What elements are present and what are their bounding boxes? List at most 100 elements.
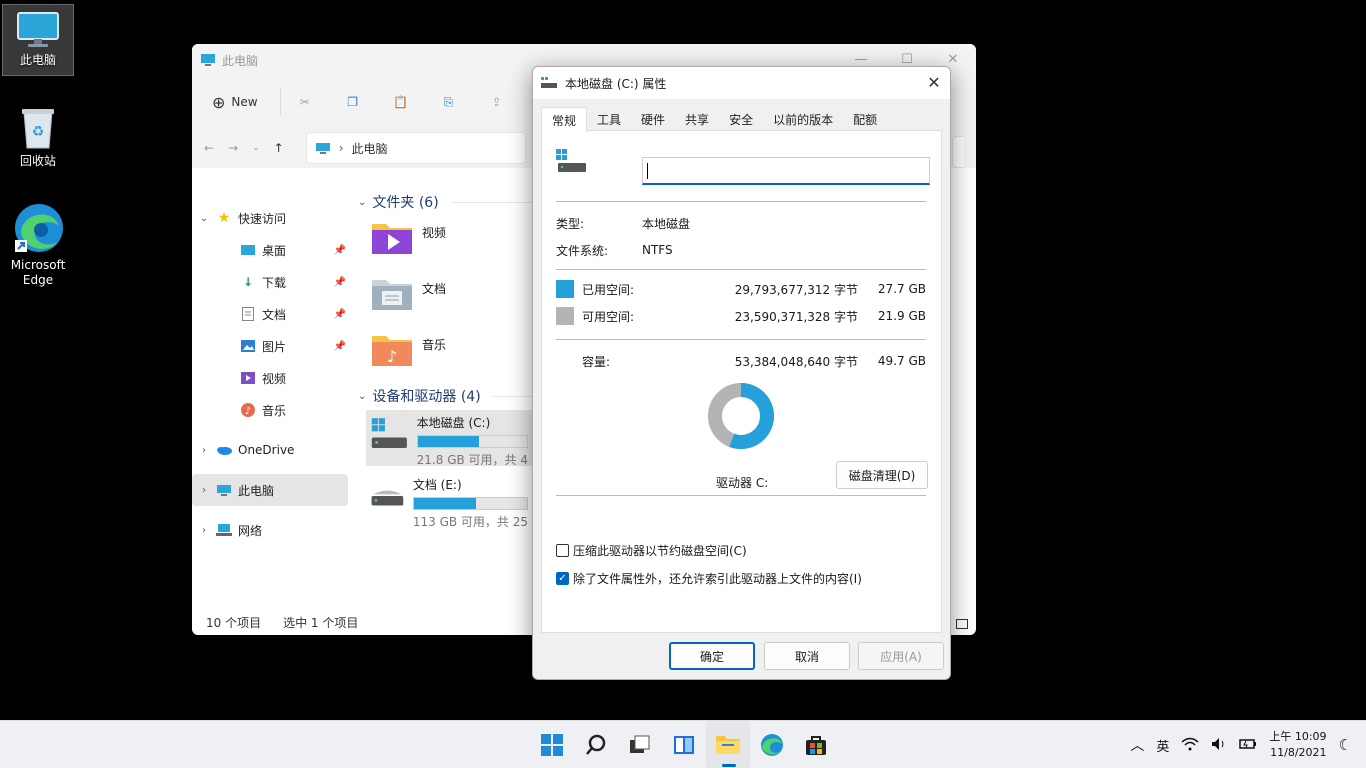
address-bar[interactable]: › 此电脑 <box>305 132 526 164</box>
free-gb: 21.9 GB <box>877 309 926 323</box>
windows-logo-icon <box>541 734 563 756</box>
nav-network[interactable]: › 网络 <box>192 514 352 546</box>
volume-icon[interactable] <box>1211 737 1227 754</box>
tab-quota[interactable]: 配额 <box>843 107 887 131</box>
desktop-icon-edge[interactable]: Microsoft Edge <box>2 196 74 288</box>
picture-icon <box>240 338 256 354</box>
tab-sharing[interactable]: 共享 <box>675 107 719 131</box>
drive-item-e[interactable]: 文档 (E:) 113 GB 可用，共 25 <box>366 472 532 529</box>
new-button-label: New <box>231 95 258 109</box>
system-drive-icon <box>556 149 586 172</box>
new-button[interactable]: ⊕ New <box>212 88 281 116</box>
desktop-icon-label: 回收站 <box>19 154 56 168</box>
compress-checkbox-row[interactable]: 压缩此驱动器以节约磁盘空间(C) <box>556 542 747 559</box>
rename-icon[interactable]: ⎘ <box>425 95 473 110</box>
forward-icon[interactable]: → <box>228 141 238 155</box>
tiles-view-icon[interactable] <box>956 619 968 629</box>
used-space-arc <box>729 383 774 449</box>
nav-item-videos[interactable]: 视频 <box>192 362 352 394</box>
disk-cleanup-button[interactable]: 磁盘清理(D) <box>836 461 928 489</box>
tab-general[interactable]: 常规 <box>541 107 588 132</box>
ime-indicator[interactable]: 英 <box>1156 736 1169 755</box>
task-view-button[interactable] <box>618 721 662 768</box>
type-row: 类型: 本地磁盘 <box>556 213 926 233</box>
volume-name-input[interactable] <box>642 157 930 185</box>
general-tab-panel: 类型: 本地磁盘 文件系统: NTFS 已用空间: 29,793,677,312… <box>541 130 942 633</box>
chevron-up-icon[interactable]: ︿ <box>1130 735 1144 755</box>
folder-label: 文档 <box>422 282 447 296</box>
nav-item-desktop[interactable]: 桌面 📌 <box>192 234 352 266</box>
free-space-row: 可用空间: 23,590,371,328 字节 21.9 GB <box>556 306 926 326</box>
pin-icon: 📌 <box>333 340 346 352</box>
edge-taskbar-button[interactable] <box>750 721 794 768</box>
monitor-icon <box>17 12 59 47</box>
store-taskbar-button[interactable] <box>794 721 838 768</box>
wifi-icon[interactable] <box>1181 737 1199 754</box>
tab-hardware[interactable]: 硬件 <box>631 107 675 131</box>
cancel-button[interactable]: 取消 <box>764 642 850 670</box>
battery-icon[interactable] <box>1239 738 1257 753</box>
back-icon[interactable]: ← <box>204 141 214 155</box>
nav-label: 文档 <box>262 307 287 322</box>
free-bytes: 23,590,371,328 字节 <box>734 309 858 324</box>
recent-dropdown-icon[interactable]: ⌄ <box>252 143 260 153</box>
video-icon <box>240 370 256 386</box>
folder-item[interactable]: 文档 <box>370 276 446 312</box>
used-swatch <box>556 280 574 298</box>
capacity-gb: 49.7 GB <box>877 354 926 368</box>
index-checkbox[interactable]: ✓ <box>556 572 569 585</box>
search-input[interactable] <box>952 136 964 168</box>
nav-onedrive[interactable]: › OneDrive <box>192 434 352 466</box>
start-button[interactable] <box>530 721 574 768</box>
paste-icon[interactable]: 📋 <box>377 95 425 109</box>
close-icon[interactable]: ✕ <box>918 67 950 97</box>
up-icon[interactable]: ↑ <box>274 141 284 155</box>
index-label: 除了文件属性外，还允许索引此驱动器上文件的内容(I) <box>573 572 862 586</box>
nav-this-pc[interactable]: › 此电脑 <box>192 474 348 506</box>
dialog-title: 本地磁盘 (C:) 属性 <box>565 76 667 91</box>
type-label: 类型: <box>556 216 585 231</box>
index-checkbox-row[interactable]: ✓ 除了文件属性外，还允许索引此驱动器上文件的内容(I) <box>556 570 862 587</box>
tab-tools[interactable]: 工具 <box>587 107 631 131</box>
notification-icon[interactable]: ☾ <box>1339 736 1352 754</box>
video-folder-icon <box>372 224 412 254</box>
nav-label: 快速访问 <box>238 211 287 226</box>
network-icon <box>216 522 232 538</box>
folder-item[interactable]: 视频 <box>370 220 446 256</box>
store-icon <box>806 736 826 755</box>
nav-item-pictures[interactable]: 图片 📌 <box>192 330 352 362</box>
clock[interactable]: 上午 10:09 11/8/2021 <box>1269 729 1326 761</box>
widgets-button[interactable] <box>662 721 706 768</box>
widgets-icon <box>674 736 694 754</box>
nav-quick-access[interactable]: ⌄ ★ 快速访问 <box>192 202 352 234</box>
chevron-right-icon: › <box>338 141 344 155</box>
capacity-bytes: 53,384,048,640 字节 <box>734 354 858 369</box>
nav-item-downloads[interactable]: ↓ 下载 📌 <box>192 266 352 298</box>
copy-icon[interactable]: ❐ <box>329 95 377 109</box>
desktop-icon-label: 此电脑 <box>19 53 56 67</box>
drive-label: 文档 (E:) <box>412 478 462 492</box>
search-button[interactable] <box>574 721 618 768</box>
chevron-down-icon: ⌄ <box>199 212 209 224</box>
drive-item-c[interactable]: 本地磁盘 (C:) 21.8 GB 可用，共 4 <box>366 410 532 467</box>
nav-item-music[interactable]: ♪ 音乐 <box>192 394 352 426</box>
folder-item[interactable]: ♪ 音乐 <box>370 332 446 368</box>
document-icon <box>240 306 256 322</box>
type-value: 本地磁盘 <box>642 216 691 231</box>
nav-item-documents[interactable]: 文档 📌 <box>192 298 352 330</box>
file-explorer-taskbar-button[interactable] <box>706 721 750 768</box>
tab-security[interactable]: 安全 <box>719 107 763 131</box>
ok-button[interactable]: 确定 <box>669 642 755 670</box>
tab-previous-versions[interactable]: 以前的版本 <box>763 107 843 131</box>
desktop-icon-this-pc[interactable]: 此电脑 <box>2 4 74 76</box>
drive-icon <box>541 77 557 88</box>
dialog-titlebar[interactable]: 本地磁盘 (C:) 属性 <box>533 67 950 99</box>
svg-text:♪: ♪ <box>387 347 397 366</box>
chevron-right-icon: › <box>202 524 206 536</box>
capacity-label: 容量: <box>582 354 611 369</box>
desktop-icon-recycle-bin[interactable]: ♻ 回收站 <box>2 100 74 169</box>
share-icon[interactable]: ⇪ <box>473 95 521 109</box>
apply-button[interactable]: 应用(A) <box>858 642 944 670</box>
cut-icon[interactable]: ✂ <box>281 95 329 109</box>
compress-checkbox[interactable] <box>556 544 569 557</box>
